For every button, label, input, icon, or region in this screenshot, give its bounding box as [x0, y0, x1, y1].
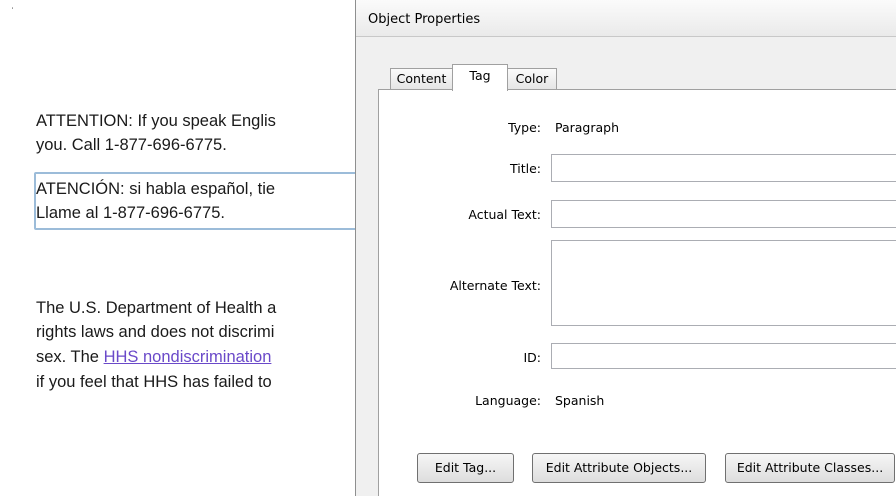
language-label: Language:	[475, 393, 541, 408]
para2-line2: Llame al 1-877-696-6775.	[36, 204, 225, 222]
alternate-text-label: Alternate Text:	[449, 278, 541, 293]
type-label: Type:	[508, 120, 541, 135]
tab-color[interactable]: Color	[507, 68, 557, 90]
hhs-nondiscrimination-link[interactable]: HHS nondiscrimination	[104, 348, 272, 366]
language-value: Spanish	[555, 393, 605, 408]
para3-line4: if you feel that HHS has failed to	[36, 373, 272, 391]
corner-mark: ʾ	[11, 6, 14, 16]
tab-content[interactable]: Content	[390, 68, 453, 90]
type-select[interactable]: Paragraph	[551, 115, 896, 141]
language-select[interactable]: Spanish	[551, 388, 896, 414]
para2-line1: ATENCIÓN: si habla español, tie	[36, 180, 276, 198]
object-properties-dialog: Object Properties Content Tag Color Type…	[355, 0, 896, 496]
title-field[interactable]	[551, 154, 896, 182]
para3-line2: rights laws and does not discrimi	[36, 323, 275, 341]
dialog-titlebar[interactable]: Object Properties	[356, 0, 896, 37]
edit-attribute-classes-button[interactable]: Edit Attribute Classes...	[725, 453, 895, 483]
actual-text-field[interactable]	[551, 200, 896, 228]
edit-attribute-objects-button[interactable]: Edit Attribute Objects...	[532, 453, 706, 483]
alternate-text-field[interactable]	[551, 240, 896, 326]
para3-line3: sex. The HHS nondiscrimination	[36, 346, 271, 368]
tag-panel: Type: Paragraph Title: Actual Text: Alte…	[378, 89, 896, 496]
id-label: ID:	[523, 350, 541, 365]
para1-line1: ATTENTION: If you speak Englis	[36, 112, 276, 130]
dialog-title: Object Properties	[368, 12, 481, 27]
type-value: Paragraph	[555, 120, 620, 135]
tab-tag[interactable]: Tag	[452, 64, 508, 91]
title-label: Title:	[510, 161, 541, 176]
id-field[interactable]	[551, 343, 896, 369]
actual-text-label: Actual Text:	[468, 207, 541, 222]
para1-line2: you. Call 1-877-696-6775.	[36, 136, 227, 154]
para3-line1: The U.S. Department of Health a	[36, 299, 277, 317]
para3-line3-prefix: sex. The	[36, 348, 104, 366]
edit-tag-button[interactable]: Edit Tag...	[417, 453, 514, 483]
